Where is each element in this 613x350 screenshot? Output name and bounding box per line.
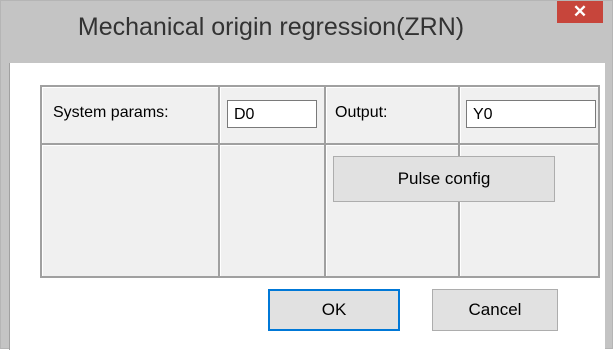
grid-cell bbox=[41, 144, 219, 277]
grid-cell bbox=[219, 144, 325, 277]
output-label: Output: bbox=[335, 104, 388, 121]
cancel-button[interactable]: Cancel bbox=[432, 289, 558, 331]
output-input[interactable]: Y0 bbox=[466, 100, 596, 128]
system-params-label: System params: bbox=[53, 104, 169, 121]
close-icon: ✕ bbox=[572, 2, 588, 21]
dialog-body: System params: D0 Output: Y0 Pulse confi… bbox=[9, 63, 605, 350]
system-params-input[interactable]: D0 bbox=[227, 100, 317, 128]
ok-button[interactable]: OK bbox=[268, 289, 400, 331]
params-grid: System params: D0 Output: Y0 Pulse confi… bbox=[40, 85, 600, 278]
dialog-window: Mechanical origin regression(ZRN) ✕ Syst… bbox=[0, 0, 613, 350]
title-bar[interactable]: Mechanical origin regression(ZRN) ✕ bbox=[1, 1, 612, 63]
close-button[interactable]: ✕ bbox=[557, 1, 603, 23]
dialog-title: Mechanical origin regression(ZRN) bbox=[77, 13, 465, 41]
pulse-config-button[interactable]: Pulse config bbox=[333, 156, 555, 202]
